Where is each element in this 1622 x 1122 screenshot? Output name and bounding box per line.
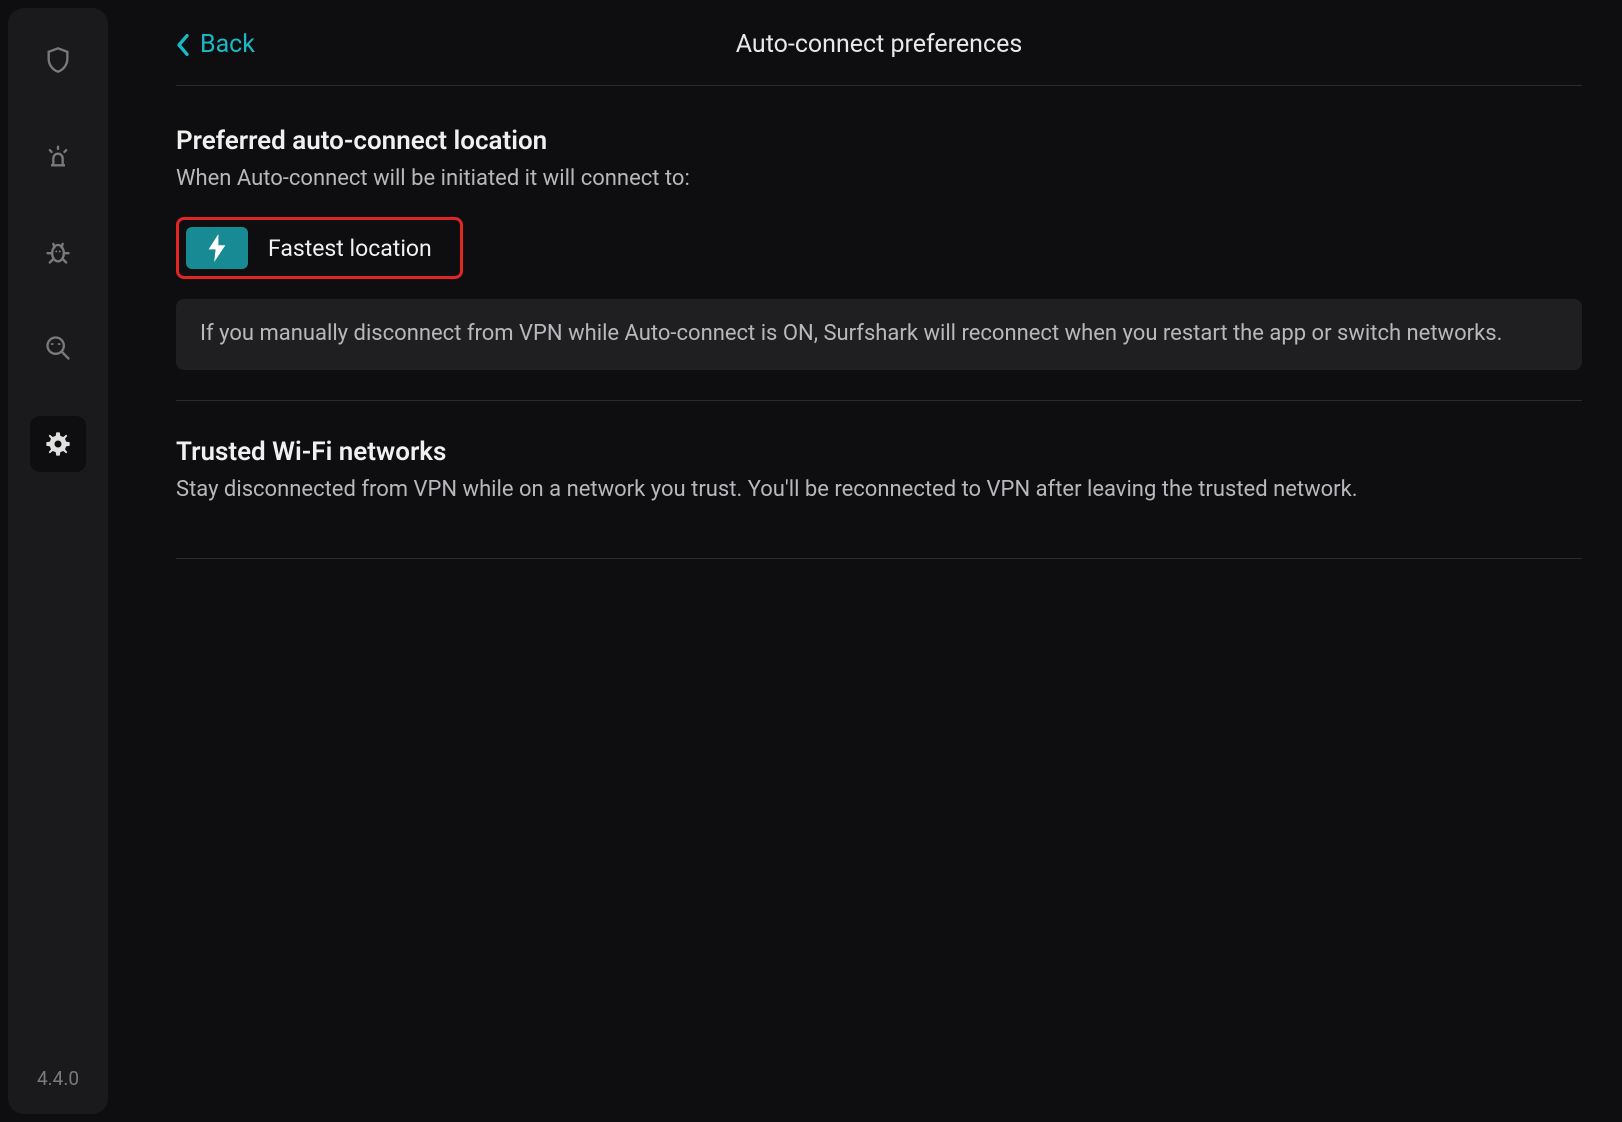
sidebar-item-alert[interactable] [30,128,86,184]
back-label: Back [200,30,255,59]
section-subtitle: When Auto-connect will be initiated it w… [176,166,1582,191]
gear-icon [44,430,72,458]
bolt-badge [186,227,248,269]
location-label: Fastest location [268,235,432,262]
section-subtitle: Stay disconnected from VPN while on a ne… [176,477,1582,502]
chevron-left-icon [176,33,190,57]
bolt-icon [208,234,226,262]
section-trusted-wifi: Trusted Wi-Fi networks Stay disconnected… [176,437,1582,559]
section-preferred-location: Preferred auto-connect location When Aut… [176,126,1582,401]
fastest-location-button[interactable]: Fastest location [176,217,463,279]
siren-icon [44,142,72,170]
shield-icon [44,46,72,74]
sidebar-item-settings[interactable] [30,416,86,472]
info-box: If you manually disconnect from VPN whil… [176,299,1582,370]
main-content: Back Auto-connect preferences Preferred … [116,0,1622,1122]
sidebar-item-vpn[interactable] [30,32,86,88]
sidebar: 4.4.0 [8,8,108,1114]
version-label: 4.4.0 [37,1067,79,1090]
bug-icon [44,238,72,266]
back-button[interactable]: Back [176,30,255,59]
sidebar-item-search[interactable] [30,320,86,376]
search-incognito-icon [44,334,72,362]
section-title: Trusted Wi-Fi networks [176,437,1582,467]
page-title: Auto-connect preferences [736,30,1022,59]
header: Back Auto-connect preferences [176,30,1582,86]
sidebar-item-antivirus[interactable] [30,224,86,280]
section-title: Preferred auto-connect location [176,126,1582,156]
